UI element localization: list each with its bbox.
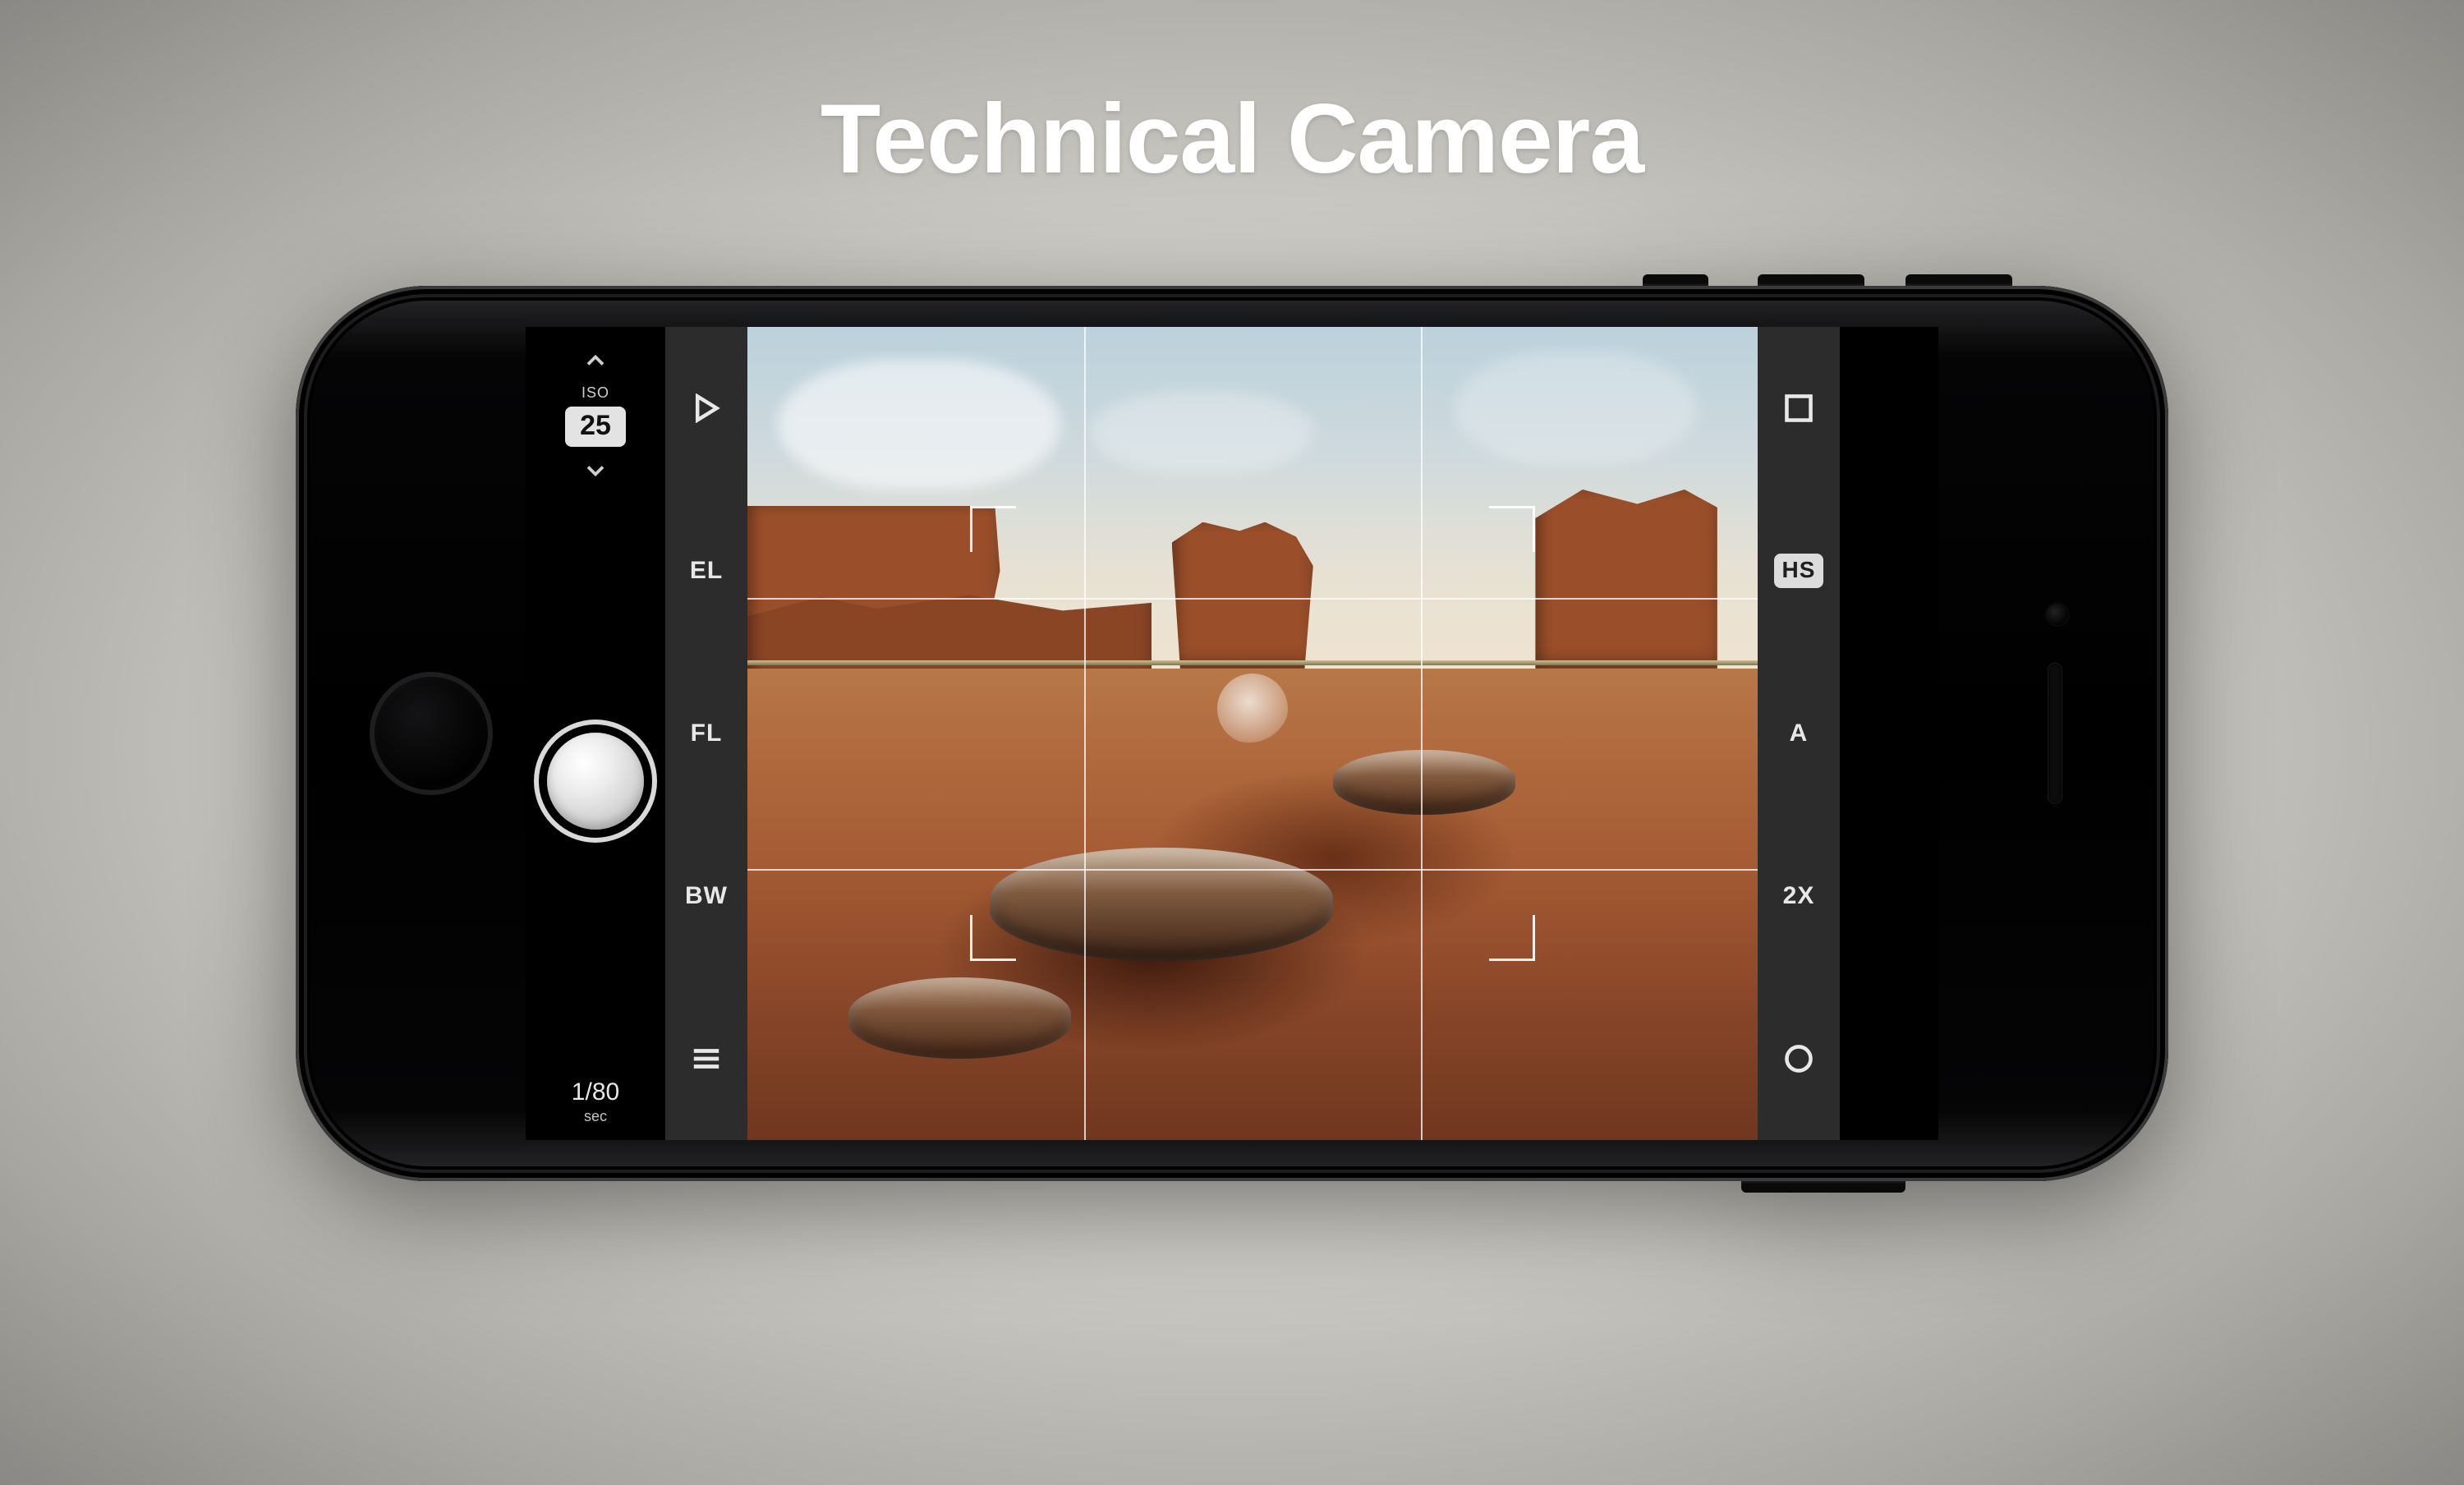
chevron-down-icon[interactable] (583, 458, 608, 483)
play-button[interactable] (665, 327, 747, 490)
phone-front-camera (2045, 602, 2070, 627)
viewfinder[interactable] (747, 327, 1758, 1140)
phone-volume-down (1905, 274, 2012, 286)
focus-indicator[interactable] (1217, 674, 1288, 744)
play-icon (692, 393, 721, 423)
crop-corner (970, 915, 1016, 961)
grid-line (1421, 327, 1423, 1140)
phone-power-button (1741, 1181, 1905, 1193)
phone-speaker (2048, 664, 2062, 803)
crop-corner (970, 506, 1016, 552)
menu-icon (691, 1046, 722, 1071)
app-screen: ISO 25 1/80 sec EL FL BW (526, 327, 1938, 1140)
phone-home-button (370, 672, 493, 795)
crop-corner (1489, 506, 1535, 552)
iso-value: 25 (565, 407, 626, 447)
chevron-up-icon[interactable] (583, 348, 608, 373)
grid-line (1084, 327, 1086, 1140)
zoom-button[interactable]: 2X (1758, 815, 1840, 977)
focus-lock-button[interactable]: FL (665, 652, 747, 815)
menu-button[interactable] (665, 977, 747, 1140)
grid-line (747, 869, 1758, 871)
right-bezel-column (1840, 327, 1938, 1140)
exposure-lock-button[interactable]: EL (665, 490, 747, 652)
left-toolbar: EL FL BW (665, 327, 747, 1140)
grid-line (747, 598, 1758, 600)
hs-badge: HS (1774, 554, 1824, 588)
app-title: Technical Camera (821, 82, 1643, 195)
shutter-speed-unit: sec (572, 1108, 619, 1125)
right-toolbar: HS A 2X (1758, 327, 1840, 1140)
record-mode-button[interactable] (1758, 977, 1840, 1140)
iso-label: ISO (565, 384, 626, 402)
format-button[interactable] (1758, 327, 1840, 490)
bw-button[interactable]: BW (665, 815, 747, 977)
shutter-button[interactable] (547, 733, 644, 830)
phone-mute-switch (1643, 274, 1708, 286)
shutter-speed-value: 1/80 (572, 1078, 619, 1106)
record-icon (1782, 1042, 1815, 1075)
phone-body: ISO 25 1/80 sec EL FL BW (296, 286, 2168, 1181)
controls-column: ISO 25 1/80 sec (526, 327, 665, 1140)
crop-corner (1489, 915, 1535, 961)
hs-mode-button[interactable]: HS (1758, 490, 1840, 652)
auto-button[interactable]: A (1758, 652, 1840, 815)
iso-control[interactable]: ISO 25 (565, 384, 626, 447)
phone-volume-up (1758, 274, 1864, 286)
square-icon (1782, 392, 1815, 425)
exposure-readout[interactable]: 1/80 sec (572, 1078, 619, 1125)
phone-mockup: ISO 25 1/80 sec EL FL BW (296, 286, 2168, 1181)
